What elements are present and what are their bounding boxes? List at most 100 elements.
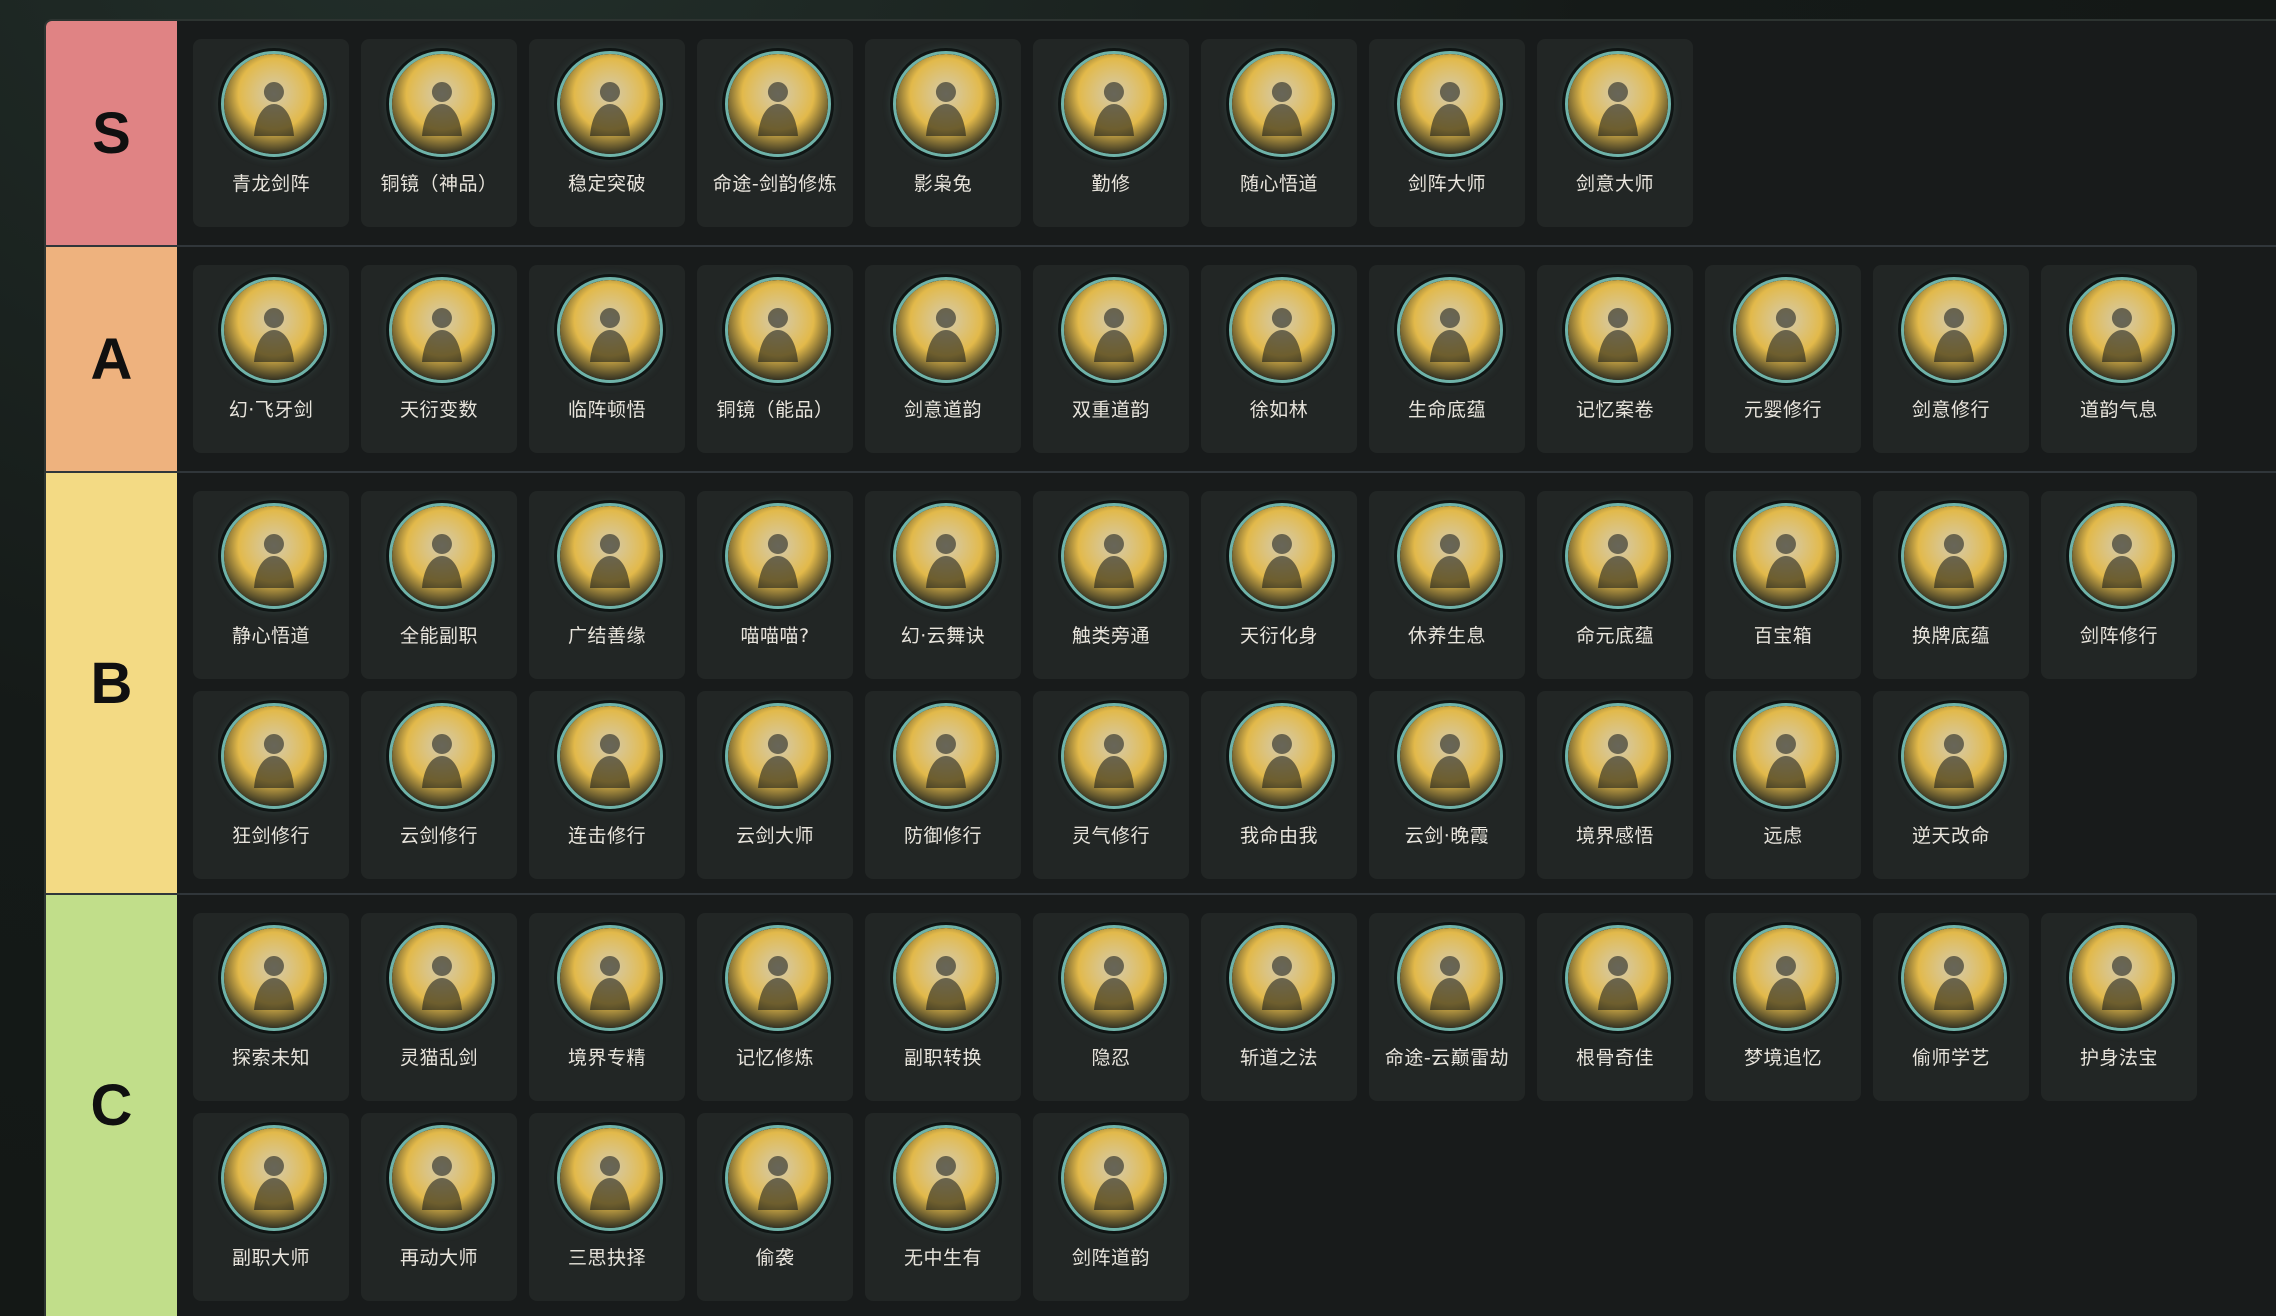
tier-item-card[interactable]: 斩道之法 [1201,913,1357,1101]
tier-item-card[interactable]: 无中生有 [865,1113,1021,1301]
tier-item-card[interactable]: 命途-剑韵修炼 [697,39,853,227]
tier-item-card[interactable]: 偷袭 [697,1113,853,1301]
tier-item-card[interactable]: 灵猫乱剑 [361,913,517,1101]
tier-item-card[interactable]: 剑意修行 [1873,265,2029,453]
meditation-figure-icon [1061,51,1167,157]
tier-item-label: 命途-剑韵修炼 [712,173,838,195]
tier-item-card[interactable]: 副职转换 [865,913,1021,1101]
twin-scrolls-icon [1061,277,1167,383]
tier-item-card[interactable]: 喵喵喵? [697,491,853,679]
tier-item-card[interactable]: 逆天改命 [1873,691,2029,879]
tier-item-label: 境界感悟 [1575,825,1654,847]
tier-item-card[interactable]: 随心悟道 [1201,39,1357,227]
tier-item-card[interactable]: 探索未知 [193,913,349,1101]
tier-item-label: 静心悟道 [231,625,310,647]
green-cards-icon [1901,503,2007,609]
tier-item-card[interactable]: 记忆案卷 [1537,265,1693,453]
tier-item-card[interactable]: 我命由我 [1201,691,1357,879]
tier-item-label: 剑意道韵 [903,399,982,421]
tier-item-label: 偷袭 [755,1247,795,1269]
tier-item-card[interactable]: 梦境追忆 [1705,913,1861,1101]
tier-item-card[interactable]: 剑阵修行 [2041,491,2197,679]
cards-icon [389,277,495,383]
tier-item-label: 生命底蕴 [1407,399,1486,421]
tier-item-card[interactable]: 铜镜（能品） [697,265,853,453]
cloud-sword-icon [389,703,495,809]
tier-item-card[interactable]: 铜镜（神品） [361,39,517,227]
tier-item-label: 道韵气息 [2079,399,2158,421]
tier-item-card[interactable]: 偷师学艺 [1873,913,2029,1101]
tier-item-card[interactable]: 道韵气息 [2041,265,2197,453]
tier-item-card[interactable]: 根骨奇佳 [1537,913,1693,1101]
tier-item-card[interactable]: 剑阵道韵 [1033,1113,1189,1301]
tier-item-label: 剑阵修行 [2079,625,2158,647]
tier-item-card[interactable]: 影枭兔 [865,39,1021,227]
tier-label[interactable]: B [46,473,177,893]
tier-item-card[interactable]: 隐忍 [1033,913,1189,1101]
tier-item-label: 休养生息 [1407,625,1486,647]
question-cards-icon [221,925,327,1031]
tier-item-card[interactable]: 双重道韵 [1033,265,1189,453]
tier-item-card[interactable]: 剑阵大师 [1369,39,1525,227]
tier-item-card[interactable]: 天衍化身 [1201,491,1357,679]
tier-item-card[interactable]: 云剑修行 [361,691,517,879]
purple-banner-icon [1061,503,1167,609]
tier-item-card[interactable]: 三思抉择 [529,1113,685,1301]
tier-item-label: 境界专精 [567,1047,646,1069]
blue-magnifier-card-icon [725,277,831,383]
crossed-swords-icon [725,51,831,157]
tier-item-card[interactable]: 广结善缘 [529,491,685,679]
tier-items: 探索未知 灵猫乱剑 境界专精 记忆修炼 副职转换 隐忍 斩道之法 命途-云巅雷劫 根骨奇佳 梦境追… [177,895,2276,1316]
tier-item-card[interactable]: 休养生息 [1369,491,1525,679]
tier-label[interactable]: S [46,21,177,245]
tier-item-card[interactable]: 临阵顿悟 [529,265,685,453]
tier-item-card[interactable]: 生命底蕴 [1369,265,1525,453]
tier-item-card[interactable]: 护身法宝 [2041,913,2197,1101]
tier-item-card[interactable]: 狂剑修行 [193,691,349,879]
dream-orb-icon [1733,925,1839,1031]
tier-item-card[interactable]: 命元底蕴 [1537,491,1693,679]
tier-list: S 青龙剑阵 铜镜（神品） 稳定突破 命途-剑韵修炼 影枭兔 勤修 随心悟道 剑阵大师 剑意大师 A… [44,19,2276,1316]
tier-item-card[interactable]: 云剑大师 [697,691,853,879]
owl-rabbit-icon [893,51,999,157]
tier-item-label: 灵气修行 [1071,825,1150,847]
tier-item-label: 青龙剑阵 [231,173,310,195]
tier-item-card[interactable]: 青龙剑阵 [193,39,349,227]
red-blades-icon [221,277,327,383]
tier-item-card[interactable]: 换牌底蕴 [1873,491,2029,679]
tier-item-card[interactable]: 徐如林 [1201,265,1357,453]
tier-item-card[interactable]: 灵气修行 [1033,691,1189,879]
tier-item-card[interactable]: 静心悟道 [193,491,349,679]
tier-label[interactable]: A [46,247,177,471]
tier-item-card[interactable]: 触类旁通 [1033,491,1189,679]
tier-item-card[interactable]: 全能副职 [361,491,517,679]
tier-item-label: 无中生有 [903,1247,982,1269]
tier-item-card[interactable]: 剑意道韵 [865,265,1021,453]
tier-item-card[interactable]: 远虑 [1705,691,1861,879]
tier-item-card[interactable]: 幻·云舞诀 [865,491,1021,679]
tier-item-label: 三思抉择 [567,1247,646,1269]
tier-item-card[interactable]: 元婴修行 [1705,265,1861,453]
tier-item-card[interactable]: 境界感悟 [1537,691,1693,879]
tier-item-card[interactable]: 境界专精 [529,913,685,1101]
tier-item-card[interactable]: 幻·飞牙剑 [193,265,349,453]
tier-item-card[interactable]: 副职大师 [193,1113,349,1301]
tier-item-label: 根骨奇佳 [1575,1047,1654,1069]
tier-item-card[interactable]: 勤修 [1033,39,1189,227]
tier-item-label: 偷师学艺 [1911,1047,1990,1069]
tier-item-card[interactable]: 天衍变数 [361,265,517,453]
tier-item-card[interactable]: 防御修行 [865,691,1021,879]
tier-item-card[interactable]: 连击修行 [529,691,685,879]
tier-items: 青龙剑阵 铜镜（神品） 稳定突破 命途-剑韵修炼 影枭兔 勤修 随心悟道 剑阵大师 剑意大师 [177,21,2276,245]
tier-item-card[interactable]: 稳定突破 [529,39,685,227]
golden-silhouette-icon [1901,277,2007,383]
tier-item-card[interactable]: 再动大师 [361,1113,517,1301]
tier-item-card[interactable]: 剑意大师 [1537,39,1693,227]
tier-label[interactable]: C [46,895,177,1316]
tier-item-card[interactable]: 记忆修炼 [697,913,853,1101]
peeking-figure-icon [1901,925,2007,1031]
tier-item-card[interactable]: 百宝箱 [1705,491,1861,679]
tier-item-card[interactable]: 命途-云巅雷劫 [1369,913,1525,1101]
tier-item-card[interactable]: 云剑·晚霞 [1369,691,1525,879]
tier-item-label: 逆天改命 [1911,825,1990,847]
